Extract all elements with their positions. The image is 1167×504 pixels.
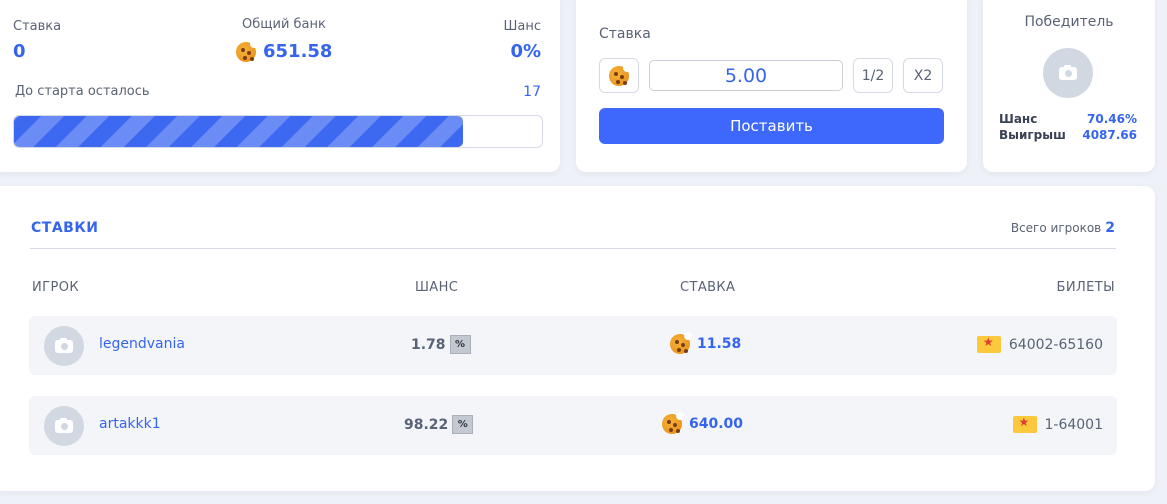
place-bet-button[interactable]: Поставить (599, 108, 944, 144)
table-row: legendvania 1.78 % 11.58 64002-65160 (29, 316, 1117, 375)
place-bet-card: Ставка 1/2 X2 Поставить (576, 0, 967, 172)
progress-fill (14, 116, 463, 147)
player-avatar[interactable] (44, 326, 84, 366)
cookie-coin-icon (236, 39, 258, 62)
player-name[interactable]: artakkk1 (99, 416, 161, 432)
camera-icon (1059, 64, 1077, 80)
bank-label: Общий банк (242, 17, 326, 32)
column-header-chance: ШАНС (415, 280, 459, 295)
column-header-stake: СТАВКА (680, 280, 736, 295)
bank-value: 651.58 (263, 41, 333, 62)
players-total-label: Всего игроков (1010, 221, 1102, 235)
player-tickets-range: 64002-65160 (1008, 336, 1103, 353)
winner-win-value: 4087.66 (1082, 128, 1137, 142)
player-tickets-range: 1-64001 (1044, 416, 1104, 433)
players-total: Всего игроков 2 (1011, 220, 1115, 236)
half-bet-button[interactable]: 1/2 (853, 58, 893, 93)
player-chance-value: 1.78 (411, 336, 446, 353)
players-total-value: 2 (1105, 220, 1115, 236)
ticket-icon (1012, 415, 1037, 433)
bets-section-title: СТАВКИ (31, 220, 99, 236)
bet-value: 0 (13, 41, 26, 62)
player-tickets: 1-64001 (1012, 415, 1104, 433)
winner-win-label: Выигрыш (999, 128, 1066, 142)
player-name[interactable]: legendvania (99, 336, 185, 352)
currency-button[interactable] (599, 58, 639, 93)
player-tickets: 64002-65160 (976, 335, 1103, 353)
ticket-icon (976, 335, 1001, 353)
table-row: artakkk1 98.22 % 640.00 1-64001 (29, 396, 1117, 455)
column-header-tickets: БИЛЕТЫ (1056, 280, 1115, 295)
winner-chance-value: 70.46% (1087, 112, 1137, 126)
column-header-player: ИГРОК (32, 280, 79, 295)
countdown-value: 17 (523, 84, 541, 100)
player-stake-value: 11.58 (697, 336, 742, 352)
section-divider (30, 248, 1116, 249)
chance-label: Шанс (503, 19, 541, 34)
percent-icon: % (452, 415, 474, 434)
player-chance: 1.78 % (411, 335, 471, 354)
camera-icon (55, 337, 73, 353)
winner-title: Победитель (1024, 14, 1114, 30)
player-stake-value: 640.00 (689, 416, 744, 432)
countdown-progress-bar (13, 115, 543, 148)
round-stats-card: Ставка 0 Общий банк 651.58 Шанс 0% До ст… (0, 0, 560, 172)
player-chance: 98.22 % (404, 415, 474, 434)
camera-icon (55, 417, 73, 433)
bet-label: Ставка (13, 19, 62, 34)
cookie-coin-icon (662, 412, 684, 434)
winner-avatar (1043, 48, 1093, 98)
cookie-coin-icon (609, 63, 631, 86)
bank-display: 651.58 (236, 39, 333, 62)
percent-icon: % (449, 335, 471, 354)
cookie-coin-icon (670, 332, 692, 354)
winner-card: Победитель Шанс 70.46% Выигрыш 4087.66 (983, 0, 1155, 172)
double-bet-button[interactable]: X2 (903, 58, 943, 93)
player-stake: 11.58 (670, 332, 742, 354)
player-stake: 640.00 (662, 412, 744, 434)
bets-table-card: СТАВКИ Всего игроков 2 ИГРОК ШАНС СТАВКА … (0, 186, 1155, 491)
bet-amount-input[interactable] (649, 60, 843, 91)
winner-chance-label: Шанс (999, 112, 1038, 126)
bet-form-label: Ставка (599, 26, 651, 42)
player-avatar[interactable] (44, 406, 84, 446)
player-chance-value: 98.22 (404, 416, 449, 433)
countdown-label: До старта осталось (15, 84, 150, 99)
chance-value: 0% (510, 41, 541, 62)
